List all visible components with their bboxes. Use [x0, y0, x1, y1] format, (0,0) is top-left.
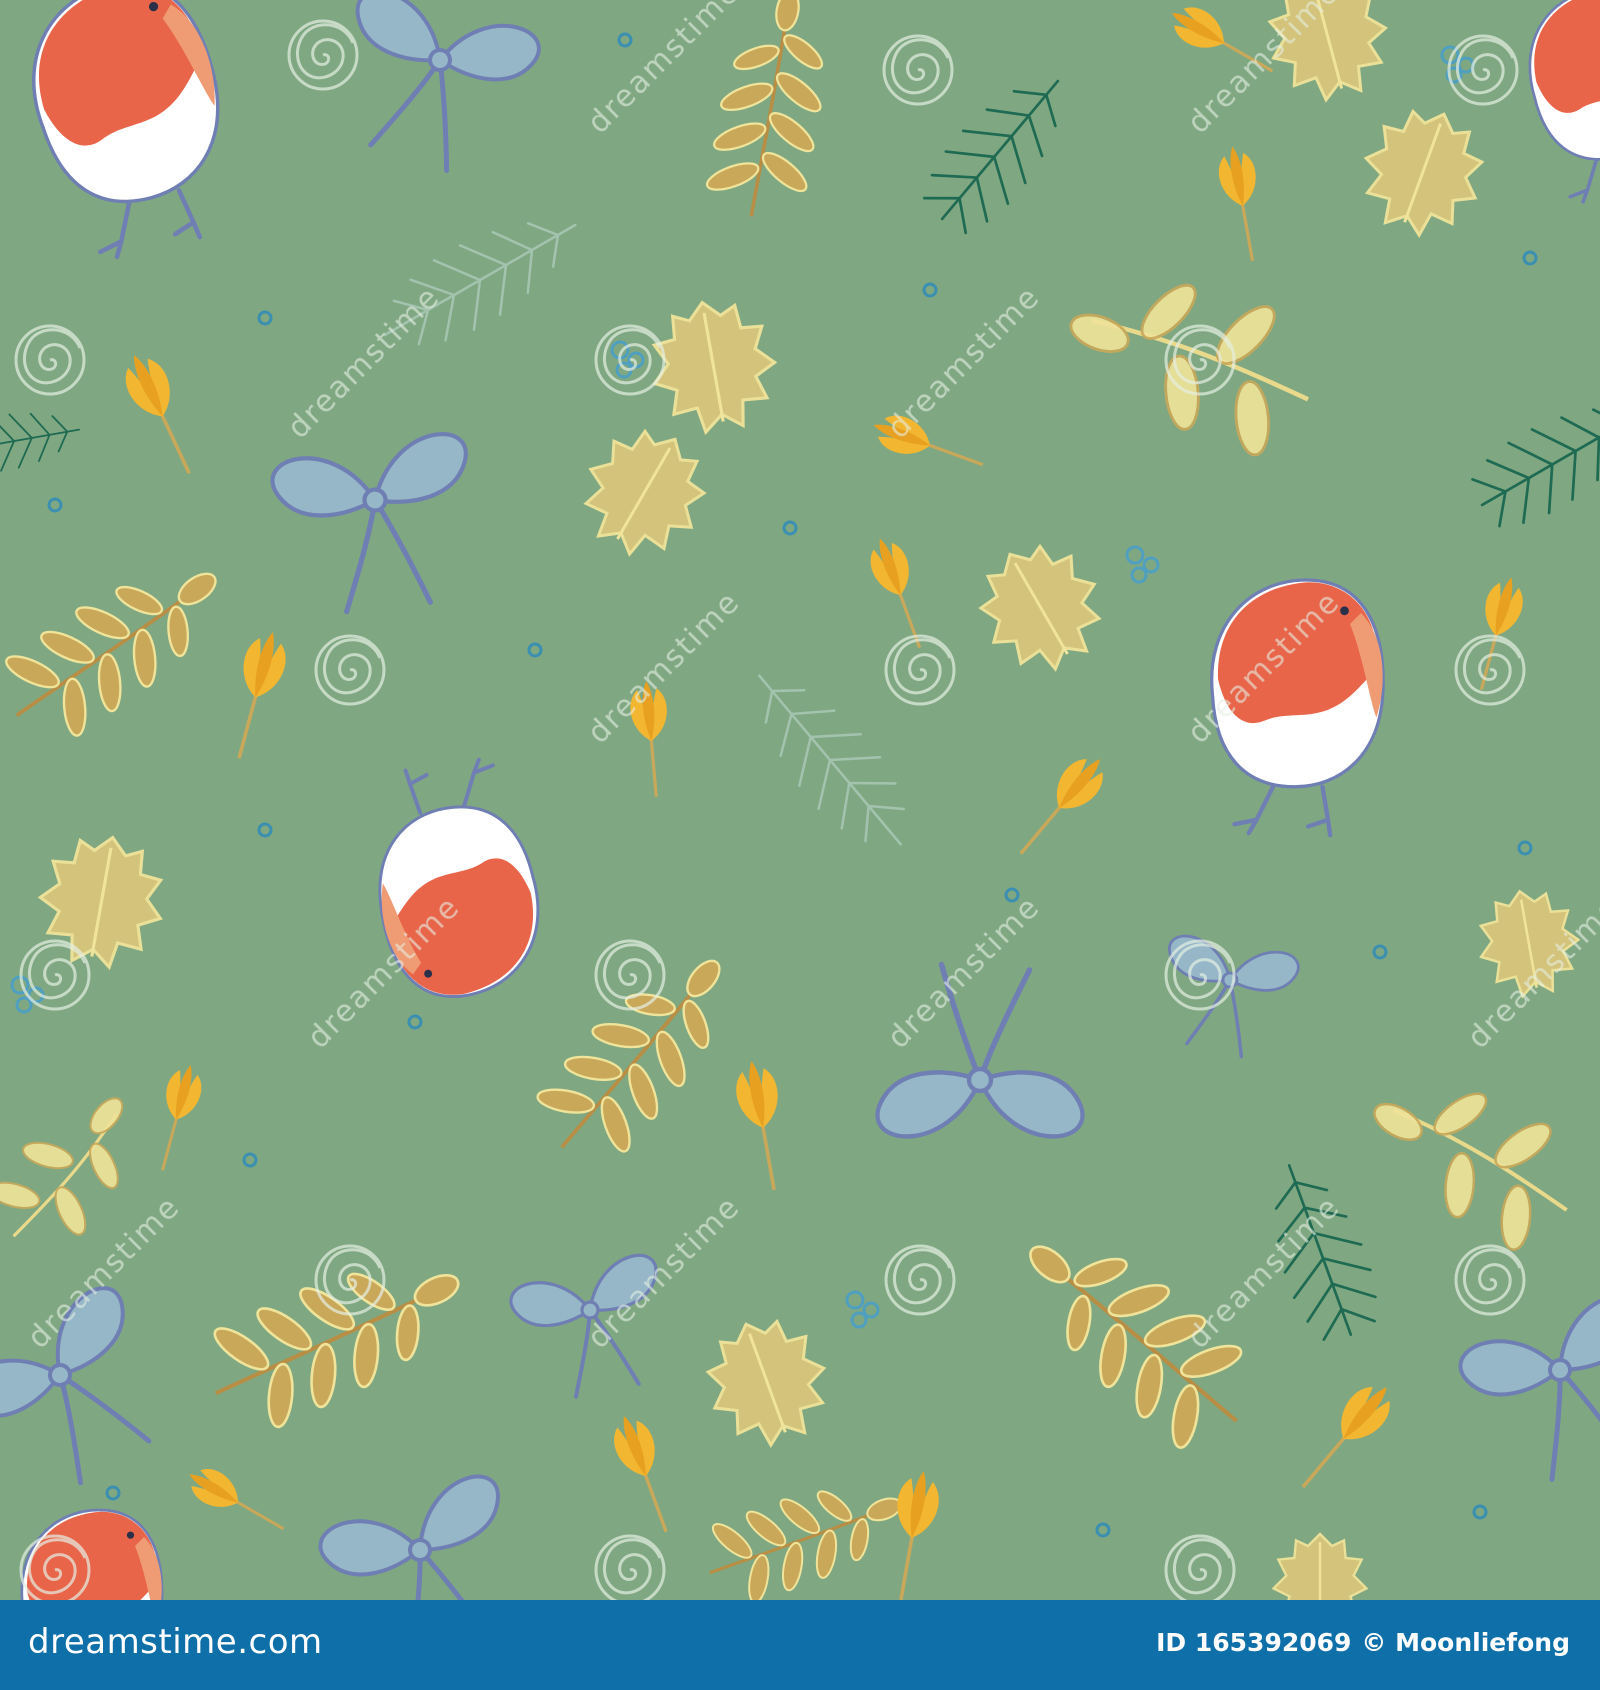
image-id: ID 165392069: [1156, 1628, 1352, 1657]
author-credit[interactable]: © Moonliefong: [1361, 1628, 1570, 1657]
pattern-canvas: dreamstime dreamstime dreamstime dreamst…: [0, 0, 1600, 1600]
site-name[interactable]: dreamstime.com: [28, 1622, 323, 1662]
pattern-image: dreamstime dreamstime dreamstime dreamst…: [0, 0, 1600, 1600]
image-credit: ID 165392069 © Moonliefong: [1146, 1628, 1570, 1657]
stock-footer-bar: dreamstime.com ID 165392069 © Moonliefong: [0, 1600, 1600, 1690]
